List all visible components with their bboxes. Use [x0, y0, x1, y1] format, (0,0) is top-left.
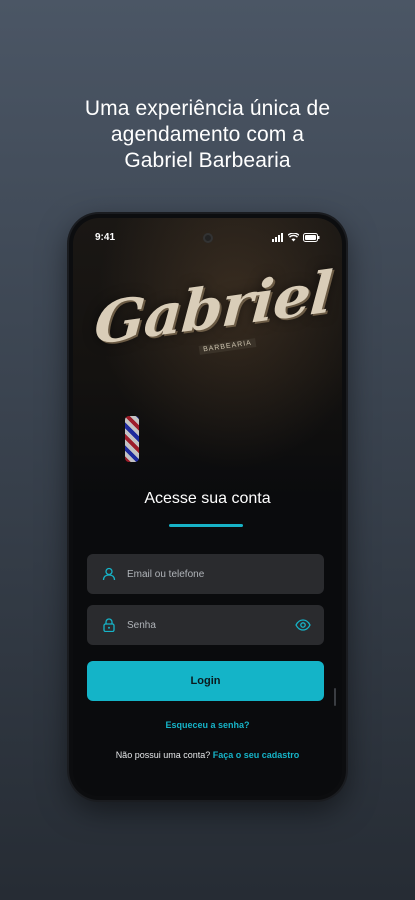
password-field[interactable] [87, 605, 324, 645]
signup-link[interactable]: Faça o seu cadastro [213, 750, 300, 760]
signup-prompt: Não possui uma conta? Faça o seu cadastr… [73, 750, 342, 760]
user-icon [101, 566, 117, 582]
scroll-indicator [334, 688, 336, 706]
promo-headline: Uma experiência única de agendamento com… [0, 96, 415, 174]
wifi-icon [288, 233, 299, 242]
login-button[interactable]: Login [87, 661, 324, 701]
eye-icon[interactable] [294, 616, 312, 634]
status-time: 9:41 [95, 232, 116, 243]
login-title: Acesse sua conta [144, 490, 271, 507]
no-account-text: Não possui uma conta? [115, 750, 211, 760]
headline-line-2: agendamento com a [110, 123, 305, 146]
forgot-password-link[interactable]: Esqueceu a senha? [73, 720, 342, 730]
headline-line-3: Gabriel Barbearia [124, 149, 291, 172]
battery-icon [303, 233, 320, 242]
password-input[interactable] [127, 619, 294, 631]
hero-image: Gabriel BARBEARIA [73, 218, 342, 498]
headline-line-1: Uma experiência única de [84, 97, 331, 120]
email-input[interactable] [127, 568, 324, 580]
phone-screen: Gabriel BARBEARIA 9:41 Acesse sua conta [73, 218, 342, 796]
phone-mockup: Gabriel BARBEARIA 9:41 Acesse sua conta [69, 214, 346, 800]
title-underline [169, 524, 243, 527]
camera-icon [202, 233, 213, 243]
status-icons [272, 233, 320, 242]
signal-icon [272, 233, 283, 242]
email-field[interactable] [87, 554, 324, 594]
brand-logo: Gabriel BARBEARIA [87, 258, 334, 388]
lock-icon [101, 617, 117, 633]
barber-pole-icon [125, 416, 139, 462]
